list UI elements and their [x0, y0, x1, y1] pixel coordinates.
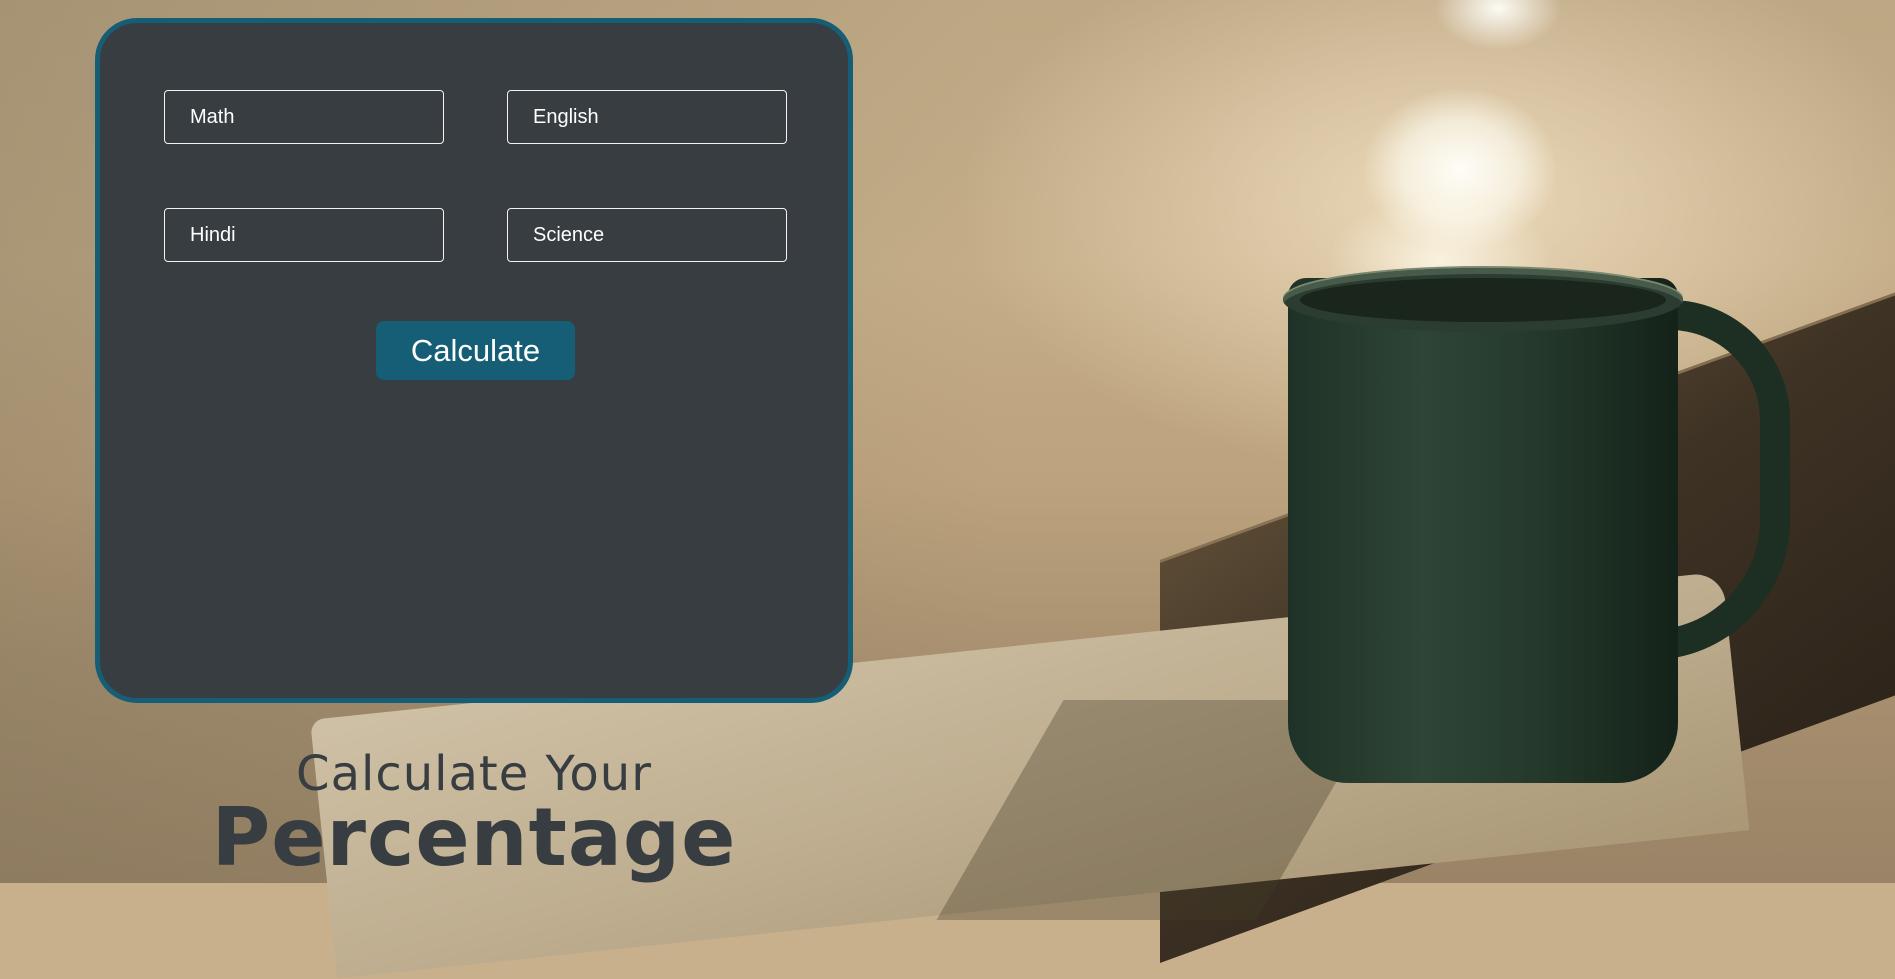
math-input[interactable] [164, 90, 444, 144]
coffee-mug-image [1288, 278, 1678, 783]
mug-opening [1300, 278, 1666, 322]
hindi-input[interactable] [164, 208, 444, 262]
science-input[interactable] [507, 208, 787, 262]
calculator-panel: Calculate [95, 18, 853, 703]
english-input[interactable] [507, 90, 787, 144]
calculate-button[interactable]: Calculate [376, 321, 575, 380]
heading-line-2: Percentage [211, 791, 737, 884]
page-heading: Calculate Your Percentage [95, 746, 853, 878]
